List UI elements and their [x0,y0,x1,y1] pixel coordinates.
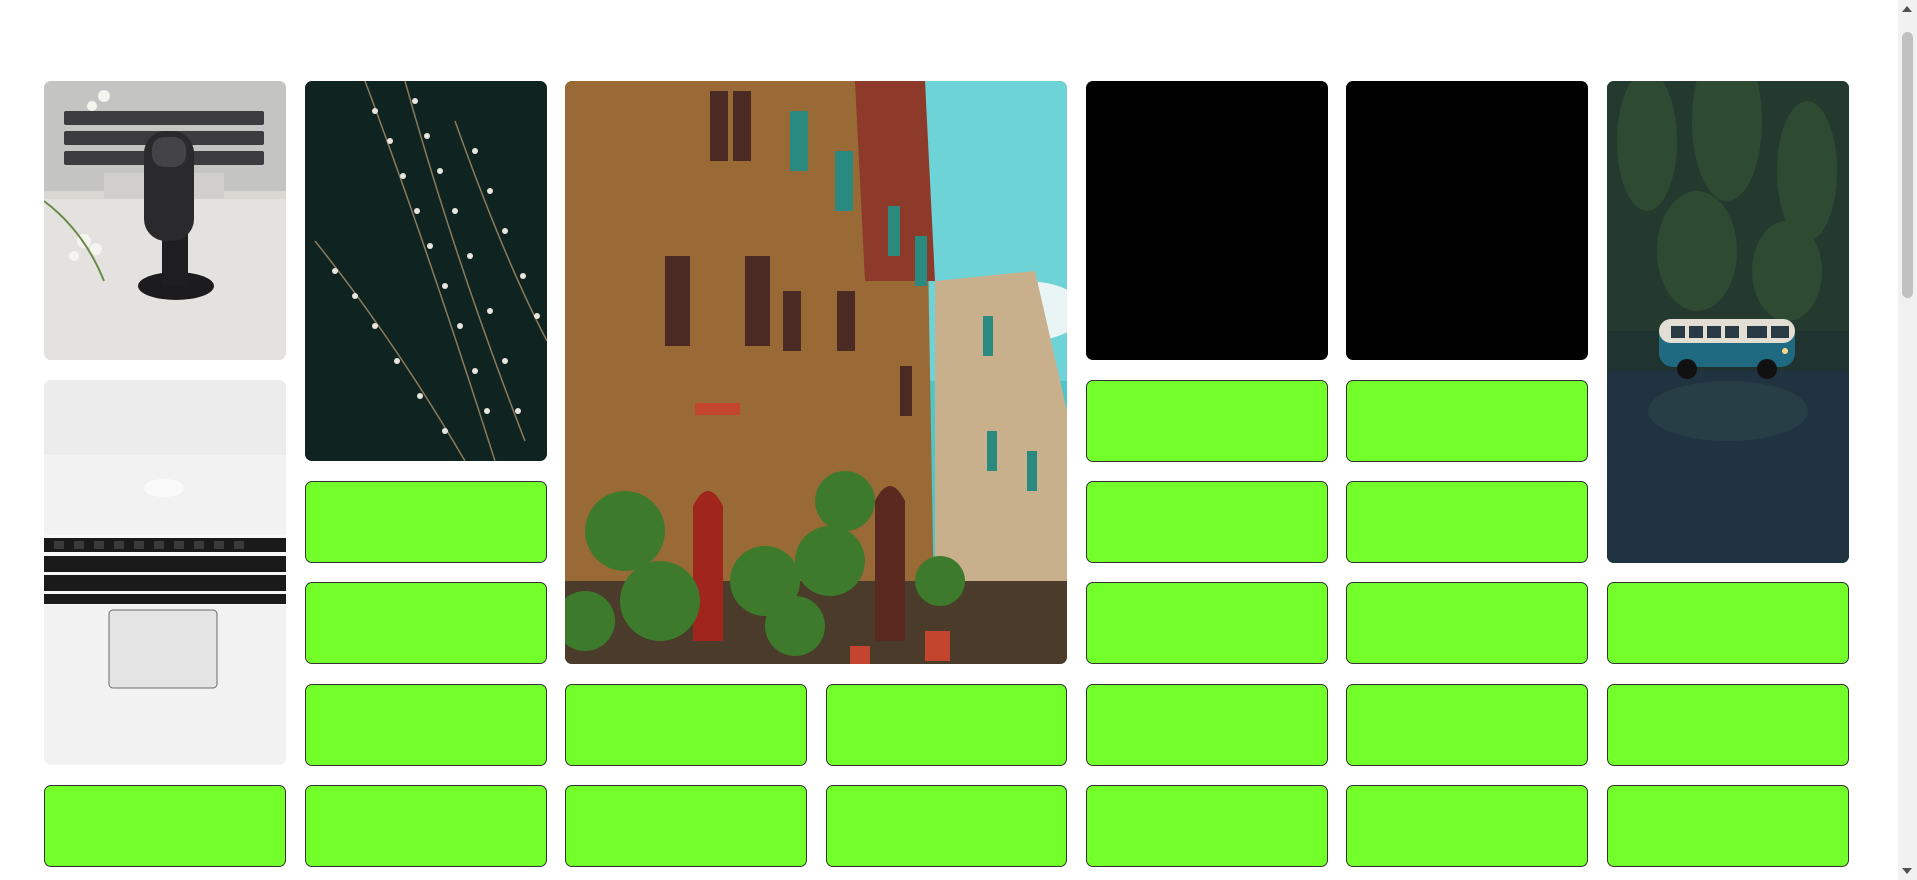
scroll-down-arrow-icon[interactable] [1902,868,1912,874]
green-tile[interactable] [1607,785,1849,867]
green-tile[interactable] [1346,684,1588,766]
laptop-photo-icon [44,380,286,765]
vertical-scrollbar[interactable] [1898,0,1917,880]
building-photo-icon [565,81,1067,664]
green-tile[interactable] [1346,380,1588,462]
image-tile-building[interactable] [565,81,1067,664]
green-tile[interactable] [1086,380,1328,462]
green-tile[interactable] [44,785,286,867]
green-tile[interactable] [565,684,807,766]
image-tile-microphone[interactable] [44,81,286,360]
green-tile[interactable] [826,785,1067,867]
green-tile[interactable] [1346,785,1588,867]
black-tile-1[interactable] [1086,81,1328,360]
green-tile[interactable] [305,684,547,766]
green-tile[interactable] [1086,582,1328,664]
scroll-up-arrow-icon[interactable] [1902,6,1912,12]
black-tile-2[interactable] [1346,81,1588,360]
scrollbar-thumb[interactable] [1902,32,1913,298]
microphone-photo-icon [44,81,286,360]
green-tile[interactable] [305,582,547,664]
green-tile[interactable] [305,785,547,867]
green-tile[interactable] [1607,582,1849,664]
green-tile[interactable] [1086,684,1328,766]
van-photo-icon [1607,81,1849,563]
image-tile-laptop[interactable] [44,380,286,765]
green-tile[interactable] [1346,582,1588,664]
green-tile[interactable] [1607,684,1849,766]
green-tile[interactable] [305,481,547,563]
image-tile-van[interactable] [1607,81,1849,563]
image-tile-willow[interactable] [305,81,547,461]
green-tile[interactable] [1086,481,1328,563]
green-tile[interactable] [826,684,1067,766]
willow-photo-icon [305,81,547,461]
green-tile[interactable] [565,785,807,867]
green-tile[interactable] [1086,785,1328,867]
green-tile[interactable] [1346,481,1588,563]
